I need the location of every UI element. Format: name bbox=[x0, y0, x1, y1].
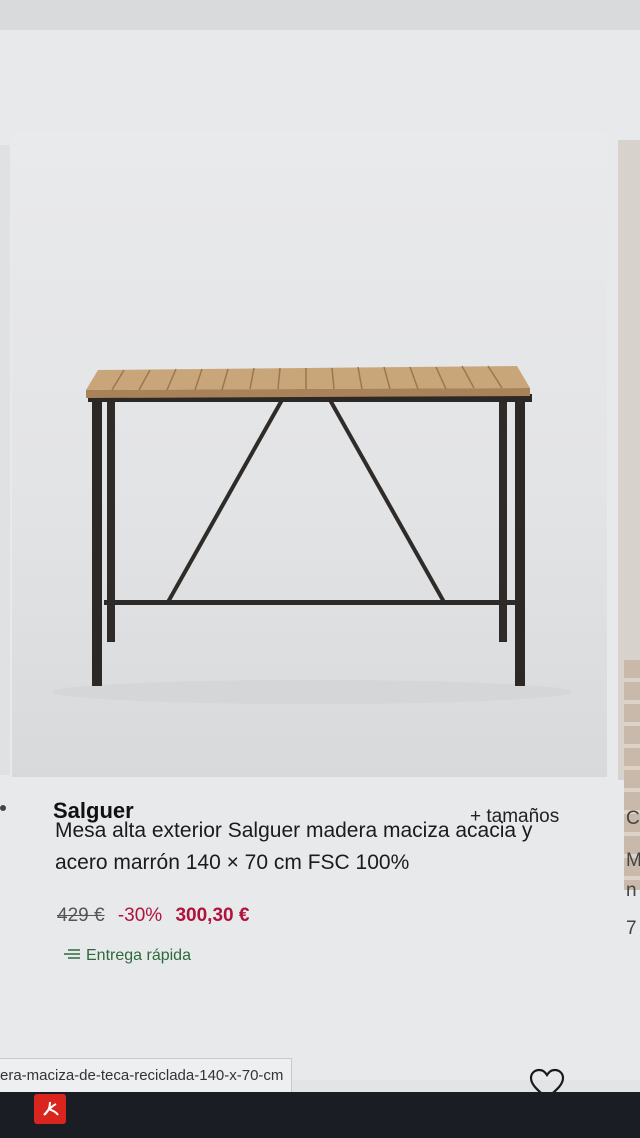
previous-card-text-fragment bbox=[0, 805, 6, 811]
table-illustration bbox=[52, 365, 572, 704]
next-card-letter: 7 bbox=[626, 918, 637, 939]
next-card-letter: M bbox=[626, 850, 640, 871]
price-row: 429 € -30% 300,30 € bbox=[57, 905, 249, 927]
delivery-info: Entrega rápida bbox=[64, 947, 191, 965]
product-card[interactable] bbox=[12, 132, 607, 777]
next-card-letter: C bbox=[626, 808, 640, 829]
delivery-lines-icon bbox=[64, 947, 80, 965]
taskbar bbox=[0, 1092, 640, 1138]
previous-card-edge bbox=[0, 145, 10, 775]
next-card-letter: n bbox=[626, 880, 637, 901]
delivery-label: Entrega rápida bbox=[86, 947, 191, 964]
current-price: 300,30 € bbox=[175, 905, 250, 926]
discount-badge: -30% bbox=[117, 905, 163, 926]
product-title[interactable]: Mesa alta exterior Salguer madera maciza… bbox=[55, 815, 585, 879]
pdf-icon[interactable] bbox=[34, 1094, 66, 1124]
old-price: 429 € bbox=[57, 905, 105, 926]
next-card-image-edge[interactable] bbox=[618, 140, 640, 890]
status-bar-url: era-maciza-de-teca-reciclada-140-x-70-cm bbox=[0, 1058, 293, 1094]
product-image[interactable] bbox=[12, 132, 607, 777]
